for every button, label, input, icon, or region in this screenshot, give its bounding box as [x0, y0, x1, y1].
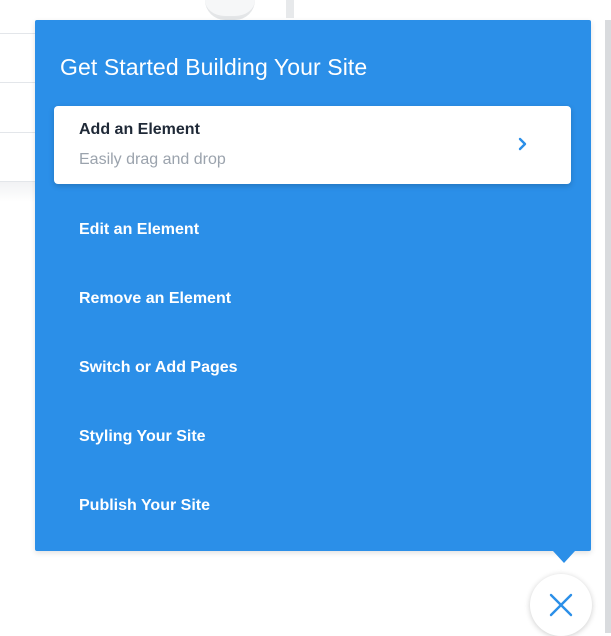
menu-item-publish[interactable]: Publish Your Site [79, 484, 238, 553]
page-scrollbar[interactable] [605, 20, 611, 633]
background-element [205, 0, 255, 20]
panel-title: Get Started Building Your Site [60, 54, 368, 80]
add-element-card[interactable]: Add an Element Easily drag and drop [54, 106, 571, 184]
close-button[interactable] [530, 574, 592, 636]
background-divider [0, 132, 40, 133]
background-divider [0, 82, 40, 83]
tutorial-menu: Edit an Element Remove an Element Switch… [79, 208, 238, 553]
get-started-panel: Get Started Building Your Site Add an El… [35, 20, 591, 551]
card-subtitle: Easily drag and drop [79, 151, 226, 168]
menu-item-edit-element[interactable]: Edit an Element [79, 208, 238, 277]
card-title: Add an Element [79, 121, 200, 138]
background-shadow [0, 182, 40, 202]
panel-pointer [553, 551, 575, 563]
background-element [286, 0, 294, 18]
menu-item-styling[interactable]: Styling Your Site [79, 415, 238, 484]
menu-item-remove-element[interactable]: Remove an Element [79, 277, 238, 346]
background-divider [0, 33, 40, 34]
close-icon [549, 593, 573, 617]
chevron-right-icon [518, 137, 527, 151]
menu-item-switch-pages[interactable]: Switch or Add Pages [79, 346, 238, 415]
